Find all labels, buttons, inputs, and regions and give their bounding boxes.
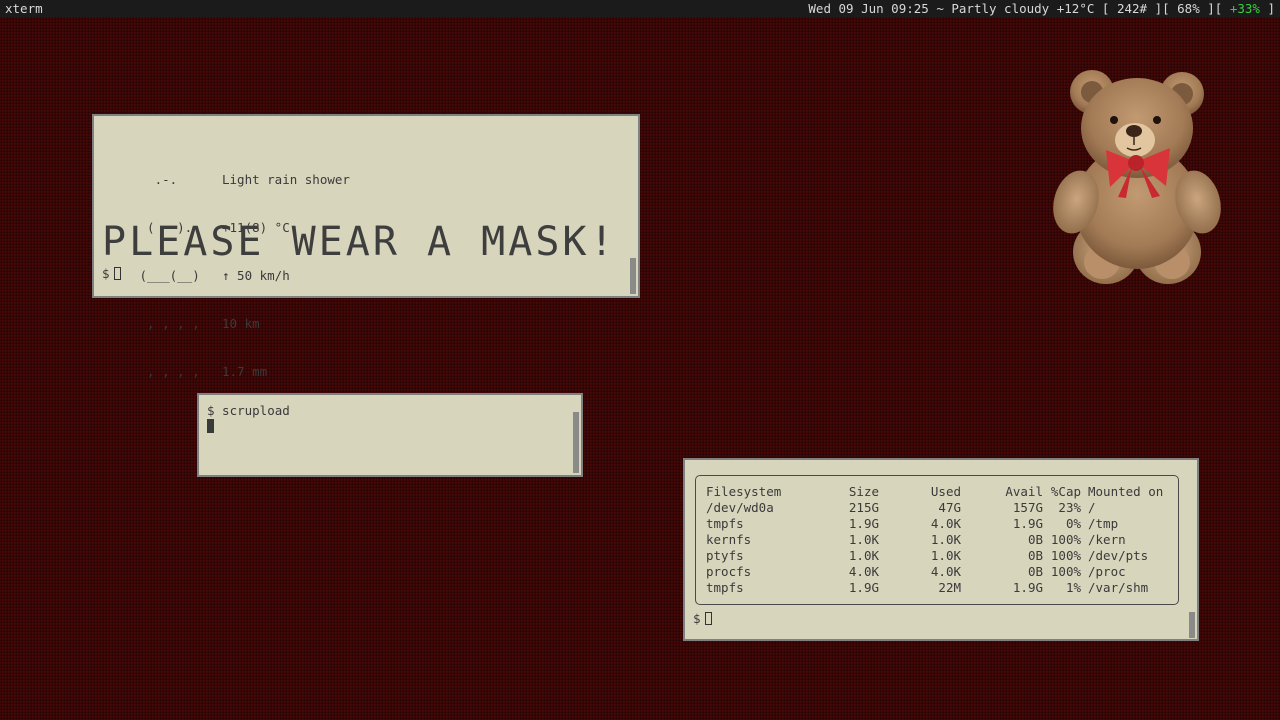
shell-prompt[interactable]: $ (102, 266, 121, 282)
header-mounted-on: Mounted on (1088, 484, 1164, 499)
cell-size: 1.0K (848, 548, 879, 563)
weather-info: Light rain shower +11(8) °C ↑ 50 km/h 10… (222, 140, 350, 412)
cell-avail: 0B (1027, 564, 1043, 579)
shell-input[interactable] (207, 419, 214, 435)
weather-terminal[interactable]: .-. ( ). (___(__) ‚ ‚ ‚ ‚ ‚ ‚ ‚ ‚ Light … (92, 114, 640, 379)
scrollbar[interactable] (1189, 612, 1195, 638)
text-cursor (704, 612, 712, 625)
header-cap: %Cap (1050, 484, 1081, 499)
cell-avail: 0B (1027, 548, 1043, 563)
cell-filesystem: tmpfs (706, 580, 744, 595)
cell-avail: 0B (1027, 532, 1043, 547)
header-used: Used (930, 484, 961, 499)
cell-mount: /kern (1088, 532, 1126, 547)
cell-size: 1.0K (848, 532, 879, 547)
scrupload-terminal[interactable]: $ scrupload (197, 393, 583, 477)
header-size: Size (848, 484, 879, 499)
cell-mount: /var/shm (1088, 580, 1149, 595)
status-end: ] (1259, 1, 1275, 16)
text-cursor (113, 267, 121, 280)
weather-precipitation: 1.7 mm (222, 364, 268, 379)
cell-used: 1.0K (930, 548, 961, 563)
cell-filesystem: /dev/wd0a (706, 500, 774, 515)
ascii-line: ‚ ‚ ‚ ‚ (132, 364, 208, 379)
status-main: Wed 09 Jun 09:25 ~ Partly cloudy +12°C [… (808, 1, 1230, 16)
status-bar: xterm Wed 09 Jun 09:25 ~ Partly cloudy +… (0, 0, 1280, 17)
cell-size: 4.0K (848, 564, 879, 579)
cell-size: 1.9G (848, 580, 879, 595)
cell-filesystem: ptyfs (706, 548, 744, 563)
table-row: procfs 4.0K 4.0K 0B 100% /proc (706, 564, 1163, 580)
cell-filesystem: procfs (706, 564, 752, 579)
cell-cap: 100% (1050, 564, 1081, 579)
table-row: ptyfs 1.0K 1.0K 0B 100% /dev/pts (706, 548, 1163, 564)
command-line: $ scrupload (207, 403, 290, 418)
cell-used: 22M (938, 580, 961, 595)
prompt-symbol: $ (102, 266, 110, 281)
cell-cap: 0% (1065, 516, 1081, 531)
weather-wind: ↑ 50 km/h (222, 268, 290, 283)
cell-size: 1.9G (848, 516, 879, 531)
cell-cap: 23% (1058, 500, 1081, 515)
cell-avail: 1.9G (1012, 516, 1043, 531)
cell-filesystem: kernfs (706, 532, 752, 547)
cell-size: 215G (848, 500, 879, 515)
cell-cap: 100% (1050, 532, 1081, 547)
cell-avail: 1.9G (1012, 580, 1043, 595)
header-avail: Avail (1005, 484, 1043, 499)
cell-cap: 100% (1050, 548, 1081, 563)
battery-change: +33% (1229, 1, 1260, 16)
cell-mount: /tmp (1088, 516, 1119, 531)
table-row: tmpfs 1.9G 4.0K 1.9G 0% /tmp (706, 516, 1163, 532)
table-header-row: Filesystem Size Used Avail %Cap Mounted … (706, 484, 1163, 500)
mask-banner: PLEASE WEAR A MASK! (102, 219, 617, 265)
window-title: xterm (5, 1, 43, 16)
cell-used: 4.0K (930, 564, 961, 579)
cell-used: 47G (938, 500, 961, 515)
weather-visibility: 10 km (222, 316, 260, 331)
status-text: Wed 09 Jun 09:25 ~ Partly cloudy +12°C [… (808, 0, 1275, 17)
table-row: kernfs 1.0K 1.0K 0B 100% /kern (706, 532, 1163, 548)
shell-prompt[interactable]: $ (693, 611, 712, 627)
cell-mount: / (1088, 500, 1096, 515)
ascii-line: .-. (132, 172, 200, 187)
scrollbar[interactable] (573, 412, 579, 473)
df-terminal[interactable]: Filesystem Size Used Avail %Cap Mounted … (683, 458, 1199, 641)
header-filesystem: Filesystem (706, 484, 782, 499)
cell-avail: 157G (1012, 500, 1043, 515)
cell-mount: /dev/pts (1088, 548, 1149, 563)
cell-used: 4.0K (930, 516, 961, 531)
cell-mount: /proc (1088, 564, 1126, 579)
scrollbar[interactable] (630, 258, 636, 294)
ascii-line: ‚ ‚ ‚ ‚ (132, 316, 208, 331)
filesystem-table: Filesystem Size Used Avail %Cap Mounted … (706, 484, 1163, 596)
teddy-bear-image (1053, 70, 1221, 284)
weather-condition: Light rain shower (222, 172, 350, 187)
prompt-symbol: $ (693, 611, 701, 626)
cell-used: 1.0K (930, 532, 961, 547)
weather-ascii-art: .-. ( ). (___(__) ‚ ‚ ‚ ‚ ‚ ‚ ‚ ‚ (132, 140, 207, 412)
table-row: tmpfs 1.9G 22M 1.9G 1% /var/shm (706, 580, 1163, 596)
table-row: /dev/wd0a 215G 47G 157G 23% / (706, 500, 1163, 516)
cell-filesystem: tmpfs (706, 516, 744, 531)
cell-cap: 1% (1065, 580, 1081, 595)
ascii-line: (___(__) (132, 268, 200, 283)
df-output-box: Filesystem Size Used Avail %Cap Mounted … (695, 475, 1179, 605)
text-cursor (207, 419, 214, 433)
